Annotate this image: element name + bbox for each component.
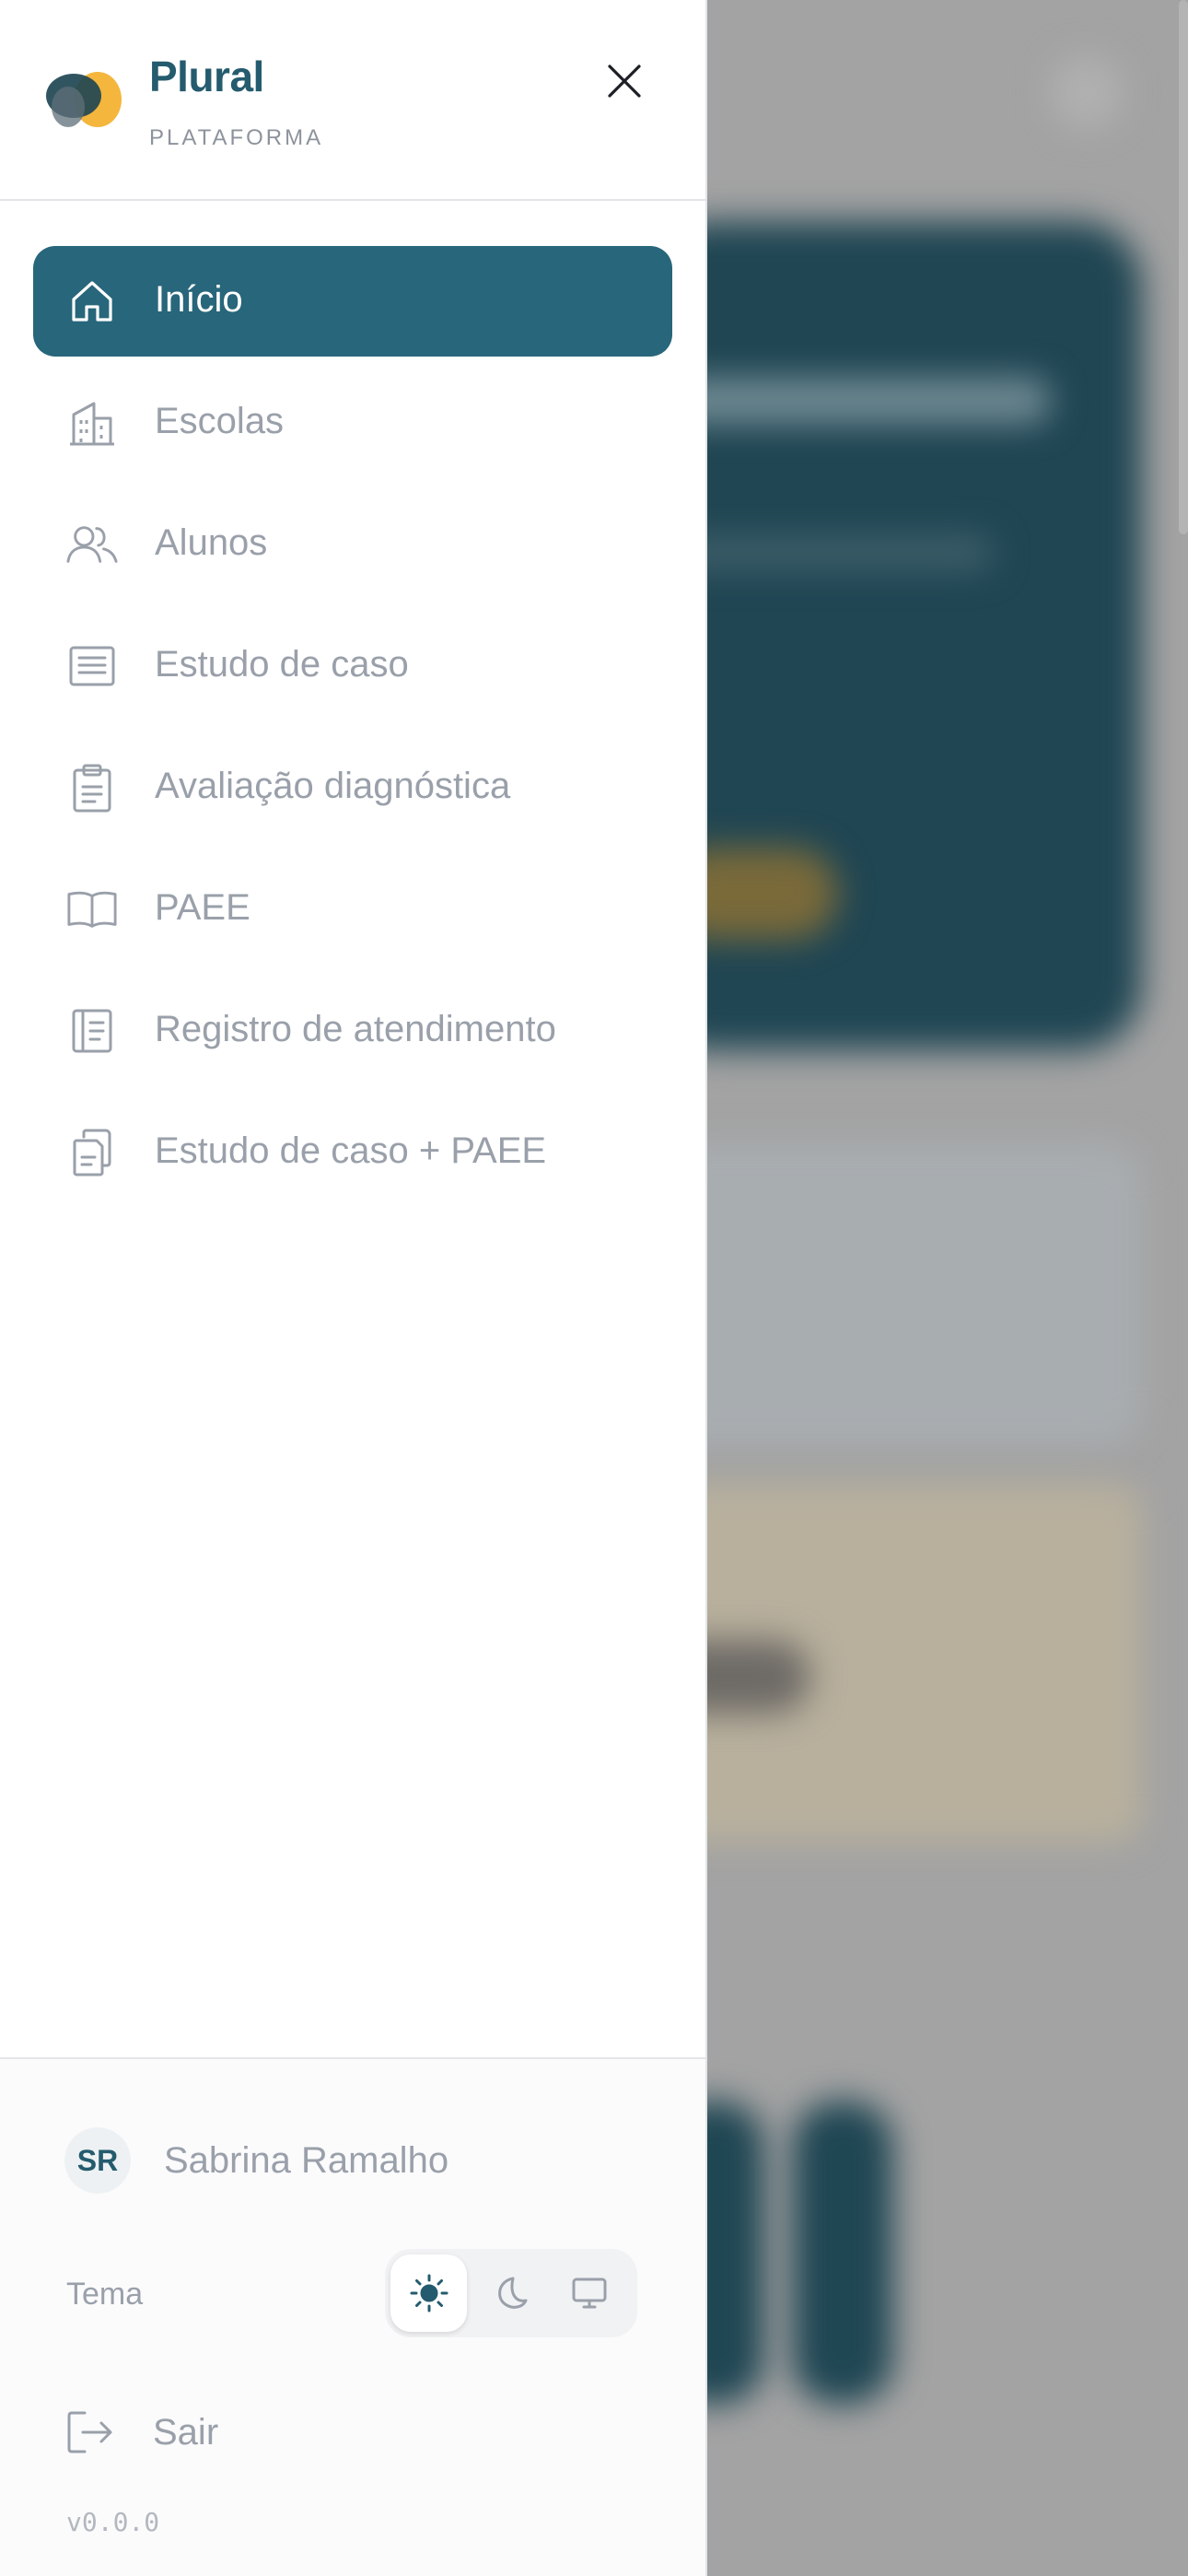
page-scrollbar[interactable]	[1179, 0, 1188, 534]
sidebar-item-escolas[interactable]: Escolas	[33, 368, 672, 478]
document-lines-icon	[66, 642, 118, 690]
building-icon	[66, 399, 118, 447]
sidebar-item-registro-de-atendimento[interactable]: Registro de atendimento	[33, 976, 672, 1086]
sidebar-item-estudo-de-caso-paee[interactable]: Estudo de caso + PAEE	[33, 1097, 672, 1208]
close-icon	[608, 64, 641, 98]
sidebar-item-inicio[interactable]: Início	[33, 246, 672, 357]
user-profile[interactable]: SR Sabrina Ramalho	[64, 2124, 448, 2197]
sidebar-item-avaliacao-diagnostica[interactable]: Avaliação diagnóstica	[33, 732, 672, 843]
moon-icon	[498, 2277, 528, 2309]
drawer-footer: SR Sabrina Ramalho Tema Sair v0.0.0	[0, 2057, 705, 2576]
monitor-icon	[572, 2277, 607, 2309]
sidebar-item-label: Escolas	[155, 401, 285, 441]
avatar: SR	[64, 2127, 131, 2194]
theme-switcher	[385, 2249, 637, 2337]
theme-dark-button[interactable]	[471, 2254, 547, 2332]
sidebar-item-label: Registro de atendimento	[155, 1009, 556, 1049]
home-icon	[66, 277, 118, 325]
sidebar-item-label: PAEE	[155, 887, 250, 928]
clipboard-icon	[66, 764, 118, 813]
close-drawer-button[interactable]	[597, 53, 652, 109]
navigation-drawer: Plural PLATAFORMA Início Escolas Alunos …	[0, 0, 707, 2576]
sidebar-item-label: Avaliação diagnóstica	[155, 766, 511, 806]
sidebar-item-label: Alunos	[155, 522, 268, 563]
background-blur-shape	[645, 1142, 1142, 1446]
background-blur-shape	[1050, 55, 1124, 129]
brand-name: Plural	[149, 53, 264, 100]
sun-icon	[410, 2274, 448, 2313]
notebook-icon	[66, 1007, 118, 1055]
sidebar-nav: Início Escolas Alunos Estudo de caso Ava…	[33, 246, 672, 1219]
book-open-icon	[66, 885, 118, 933]
sidebar-item-label: Estudo de caso	[155, 644, 409, 685]
drawer-header: Plural PLATAFORMA	[0, 0, 705, 201]
theme-label: Tema	[66, 2277, 144, 2312]
users-icon	[66, 521, 118, 568]
sidebar-item-alunos[interactable]: Alunos	[33, 489, 672, 600]
sidebar-item-paee[interactable]: PAEE	[33, 854, 672, 965]
sidebar-item-label: Estudo de caso + PAEE	[155, 1130, 547, 1171]
app-version: v0.0.0	[66, 2507, 160, 2537]
logout-label: Sair	[153, 2411, 219, 2453]
background-blur-shape	[663, 534, 995, 571]
plural-logo-icon	[46, 72, 122, 127]
background-blur-shape	[663, 378, 1050, 424]
theme-system-button[interactable]	[552, 2254, 628, 2332]
sidebar-item-label: Início	[155, 279, 243, 320]
logout-icon	[67, 2411, 112, 2453]
theme-light-button[interactable]	[390, 2254, 468, 2332]
documents-stack-icon	[66, 1129, 118, 1177]
logout-button[interactable]: Sair	[66, 2395, 218, 2469]
user-name: Sabrina Ramalho	[164, 2139, 449, 2181]
sidebar-item-estudo-de-caso[interactable]: Estudo de caso	[33, 611, 672, 721]
background-blur-shape	[792, 2101, 893, 2405]
brand-subtitle: PLATAFORMA	[149, 125, 324, 150]
